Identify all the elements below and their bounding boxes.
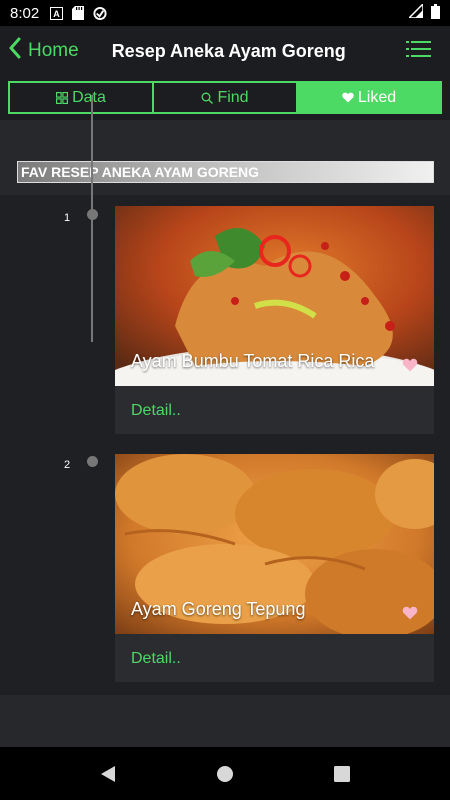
grid-icon [56, 91, 69, 104]
heart-icon [342, 92, 354, 103]
a-notification-icon: A [49, 6, 63, 20]
sync-icon [93, 6, 107, 20]
tab-group: Data Find Liked [8, 81, 442, 114]
liked-heart-icon[interactable] [402, 606, 418, 620]
item-number: 1 [64, 212, 71, 224]
detail-link[interactable]: Detail.. [131, 650, 181, 668]
status-bar: 8:02 A [0, 0, 450, 26]
home-circle-icon[interactable] [216, 765, 234, 783]
tab-find[interactable]: Find [154, 83, 298, 112]
back-home-button[interactable]: Home [8, 37, 79, 65]
recipe-card[interactable]: Ayam Goreng Tepung Detail.. [115, 454, 434, 682]
page-title: Resep Aneka Ayam Goreng [111, 40, 346, 61]
tab-liked[interactable]: Liked [298, 83, 440, 112]
status-time: 8:02 [10, 4, 40, 22]
app-bar: Home Resep Aneka Ayam Goreng [0, 26, 450, 76]
recents-square-icon[interactable] [334, 765, 350, 782]
chevron-left-icon [8, 37, 28, 65]
recipe-card[interactable]: Ayam Bumbu Tomat Rica Rica Detail.. [115, 206, 434, 434]
detail-link[interactable]: Detail.. [131, 402, 181, 420]
liked-heart-icon[interactable] [402, 358, 418, 372]
sd-card-icon [71, 6, 85, 20]
tab-bar: Data Find Liked [0, 76, 450, 120]
search-icon [201, 92, 214, 104]
svg-text:A: A [53, 9, 60, 19]
timeline-dot [87, 209, 98, 220]
back-triangle-icon[interactable] [100, 765, 116, 783]
battery-icon [431, 3, 440, 23]
recipe-photo[interactable]: Ayam Goreng Tepung [115, 454, 434, 634]
recipe-name: Ayam Goreng Tepung [131, 599, 306, 619]
tab-data[interactable]: Data [10, 83, 154, 112]
section-title: FAV RESEP ANEKA AYAM GORENG [17, 161, 434, 183]
signal-icon [407, 2, 424, 22]
system-nav-bar [0, 747, 450, 800]
recipe-photo[interactable]: Ayam Bumbu Tomat Rica Rica [115, 206, 434, 386]
tab-liked-label: Liked [357, 88, 397, 106]
tab-data-label: Data [72, 88, 106, 106]
recipe-name: Ayam Bumbu Tomat Rica Rica [131, 351, 375, 371]
back-label: Home [28, 40, 79, 61]
menu-button[interactable] [406, 40, 431, 63]
tab-find-label: Find [217, 88, 249, 106]
timeline-dot [87, 456, 98, 467]
item-number: 2 [64, 459, 71, 471]
menu-icon [406, 40, 431, 62]
